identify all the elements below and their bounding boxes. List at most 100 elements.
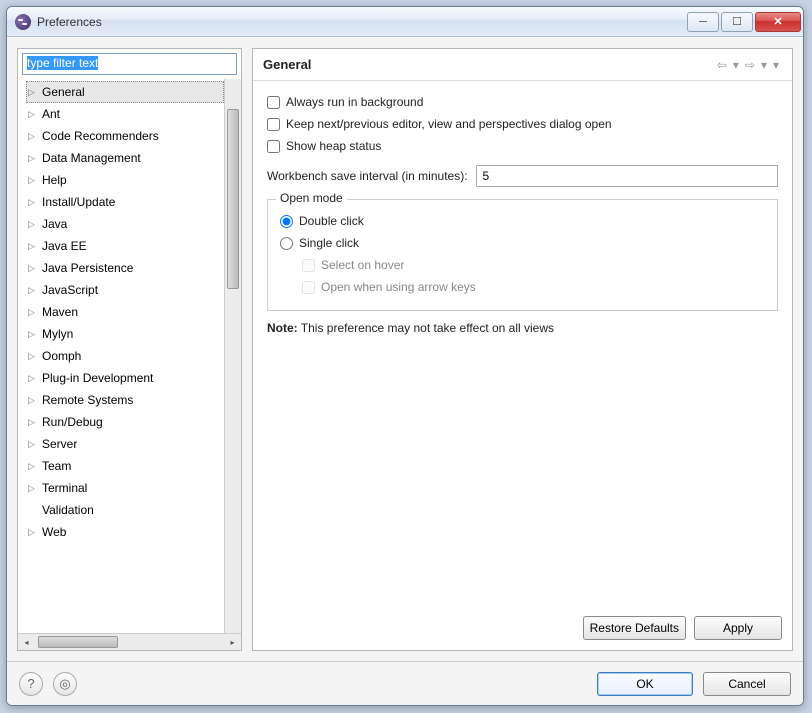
cancel-button[interactable]: Cancel	[703, 672, 791, 696]
dropdown-icon[interactable]: ▾	[730, 58, 742, 72]
tree-item-label: General	[42, 85, 85, 99]
tree-item-plug-in-development[interactable]: ▷ Plug-in Development	[26, 367, 224, 389]
show-heap-checkbox[interactable]	[267, 140, 280, 153]
tree-item-label: Run/Debug	[42, 415, 103, 429]
category-tree[interactable]: ▷General▷Ant▷Code Recommenders▷Data Mana…	[18, 79, 224, 633]
scroll-right-icon[interactable]: ▸	[225, 635, 240, 650]
tree-item-general[interactable]: ▷ General	[26, 81, 224, 103]
expand-icon[interactable]: ▷	[28, 241, 38, 252]
tree-item-label: Oomph	[42, 349, 81, 363]
expand-icon[interactable]: ▷	[28, 395, 38, 406]
tree-item-label: Java EE	[42, 239, 87, 253]
tree-item-terminal[interactable]: ▷ Terminal	[26, 477, 224, 499]
select-on-hover-label: Select on hover	[321, 258, 404, 272]
restore-defaults-button[interactable]: Restore Defaults	[583, 616, 686, 640]
filter-input[interactable]: type filter text	[22, 53, 237, 75]
dropdown-icon[interactable]: ▾	[758, 58, 770, 72]
double-click-radio[interactable]	[280, 215, 293, 228]
single-click-radio[interactable]	[280, 237, 293, 250]
tree-item-label: Terminal	[42, 481, 87, 495]
tree-item-web[interactable]: ▷ Web	[26, 521, 224, 543]
open-mode-group: Open mode Double click Single click Sele…	[267, 199, 778, 311]
tree-item-run-debug[interactable]: ▷ Run/Debug	[26, 411, 224, 433]
tree-item-label: Server	[42, 437, 77, 451]
expand-icon[interactable]: ▷	[28, 373, 38, 384]
tree-item-maven[interactable]: ▷ Maven	[26, 301, 224, 323]
expand-icon[interactable]: ▷	[28, 483, 38, 494]
expand-icon[interactable]: ▷	[28, 131, 38, 142]
tree-item-label: Java	[42, 217, 67, 231]
tree-item-validation[interactable]: Validation	[26, 499, 224, 521]
tree-item-remote-systems[interactable]: ▷Remote Systems	[26, 389, 224, 411]
tree-item-java-persistence[interactable]: ▷Java Persistence	[26, 257, 224, 279]
expand-icon[interactable]: ▷	[28, 329, 38, 340]
window-title: Preferences	[37, 15, 102, 29]
open-arrow-keys-checkbox	[302, 281, 315, 294]
expand-icon[interactable]: ▷	[28, 263, 38, 274]
import-export-icon[interactable]: ◎	[53, 672, 77, 696]
tree-item-label: Data Management	[42, 151, 141, 165]
tree-item-ant[interactable]: ▷Ant	[26, 103, 224, 125]
expand-icon[interactable]: ▷	[28, 175, 38, 186]
page-title: General	[263, 57, 714, 72]
keep-dialog-open-label: Keep next/previous editor, view and pers…	[286, 117, 612, 131]
client-area: type filter text ▷General▷Ant▷Code Recom…	[7, 37, 803, 705]
tree-item-java[interactable]: ▷ Java	[26, 213, 224, 235]
scroll-left-icon[interactable]: ◂	[19, 635, 34, 650]
tree-item-label: Maven	[42, 305, 78, 319]
expand-icon[interactable]: ▷	[28, 197, 38, 208]
tree-vertical-scrollbar[interactable]	[224, 79, 241, 633]
tree-item-data-management[interactable]: ▷ Data Management	[26, 147, 224, 169]
open-arrow-keys-label: Open when using arrow keys	[321, 280, 476, 294]
expand-icon[interactable]: ▷	[28, 527, 38, 538]
expand-icon[interactable]: ▷	[28, 439, 38, 450]
scrollbar-thumb[interactable]	[227, 109, 239, 289]
always-run-bg-checkbox[interactable]	[267, 96, 280, 109]
tree-item-java-ee[interactable]: ▷ Java EE	[26, 235, 224, 257]
tree-item-server[interactable]: ▷ Server	[26, 433, 224, 455]
tree-item-label: Help	[42, 173, 67, 187]
apply-button[interactable]: Apply	[694, 616, 782, 640]
minimize-button[interactable]: ─	[687, 12, 719, 32]
scrollbar-thumb[interactable]	[38, 636, 118, 648]
expand-icon[interactable]: ▷	[28, 153, 38, 164]
always-run-bg-label: Always run in background	[286, 95, 423, 109]
preferences-window: Preferences ─ ☐ ✕ type filter text ▷ Gene…	[6, 6, 804, 706]
tree-item-label: Web	[42, 525, 66, 539]
tree-item-oomph[interactable]: ▷ Oomph	[26, 345, 224, 367]
history-back-icon[interactable]: ⇦	[714, 58, 730, 72]
close-button[interactable]: ✕	[755, 12, 801, 32]
titlebar[interactable]: Preferences ─ ☐ ✕	[7, 7, 803, 37]
tree-item-help[interactable]: ▷ Help	[26, 169, 224, 191]
ok-button[interactable]: OK	[597, 672, 693, 696]
category-pane: type filter text ▷General▷Ant▷Code Recom…	[17, 48, 242, 651]
expand-icon[interactable]: ▷	[28, 307, 38, 318]
tree-item-label: Code Recommenders	[42, 129, 159, 143]
expand-icon[interactable]: ▷	[28, 87, 38, 98]
keep-dialog-open-checkbox[interactable]	[267, 118, 280, 131]
tree-item-mylyn[interactable]: ▷Mylyn	[26, 323, 224, 345]
tree-item-label: Plug-in Development	[42, 371, 153, 385]
expand-icon[interactable]: ▷	[28, 109, 38, 120]
select-on-hover-checkbox	[302, 259, 315, 272]
tree-item-javascript[interactable]: ▷JavaScript	[26, 279, 224, 301]
settings-pane: General ⇦ ▾ ⇨ ▾ ▾ Always run in backgrou…	[252, 48, 793, 651]
expand-icon[interactable]: ▷	[28, 461, 38, 472]
tree-item-install-update[interactable]: ▷Install/Update	[26, 191, 224, 213]
single-click-label: Single click	[299, 236, 359, 250]
save-interval-input[interactable]	[476, 165, 778, 187]
eclipse-icon	[15, 14, 31, 30]
tree-item-team[interactable]: ▷Team	[26, 455, 224, 477]
double-click-label: Double click	[299, 214, 364, 228]
expand-icon[interactable]: ▷	[28, 351, 38, 362]
help-icon[interactable]: ?	[19, 672, 43, 696]
expand-icon[interactable]: ▷	[28, 417, 38, 428]
expand-icon[interactable]: ▷	[28, 219, 38, 230]
menu-icon[interactable]: ▾	[770, 58, 782, 72]
maximize-button[interactable]: ☐	[721, 12, 753, 32]
tree-horizontal-scrollbar[interactable]: ◂ ▸	[18, 633, 241, 650]
expand-icon[interactable]: ▷	[28, 285, 38, 296]
history-forward-icon[interactable]: ⇨	[742, 58, 758, 72]
tree-item-label: Validation	[42, 503, 94, 517]
tree-item-code-recommenders[interactable]: ▷ Code Recommenders	[26, 125, 224, 147]
